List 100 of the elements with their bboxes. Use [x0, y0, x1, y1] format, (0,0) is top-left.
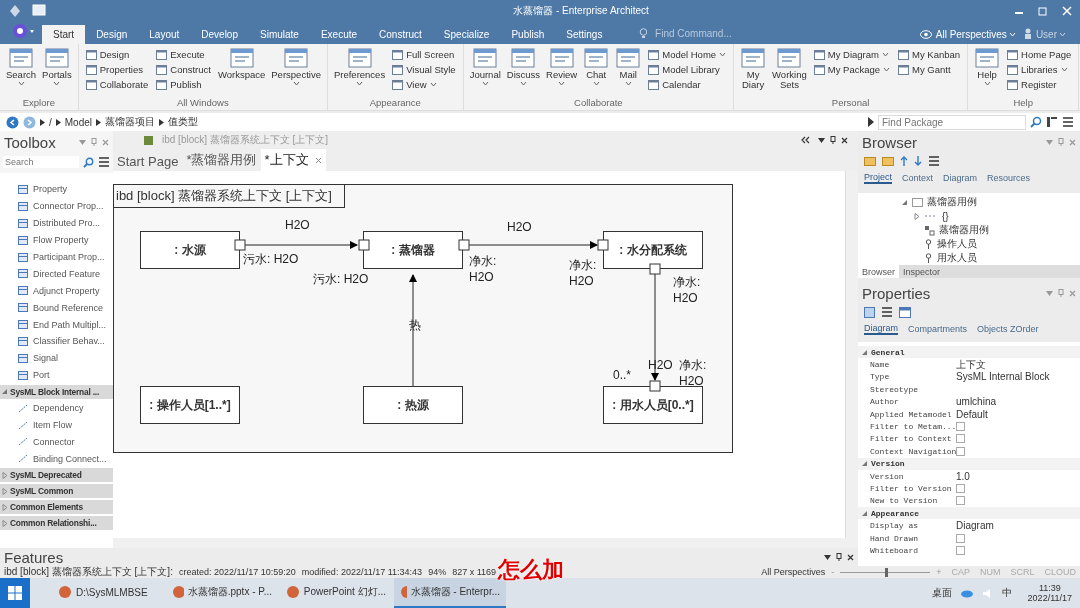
ribbon-tab[interactable]: Specialize	[432, 25, 501, 44]
folder-icon[interactable]	[864, 156, 876, 166]
connector-arrow[interactable]	[468, 241, 598, 249]
ribbon-button[interactable]: Working Sets	[770, 46, 809, 90]
port[interactable]	[597, 239, 609, 251]
panel-tab[interactable]: Context	[902, 173, 934, 183]
ribbon-button[interactable]: Perspective	[269, 46, 323, 80]
down-arrow-icon[interactable]	[914, 156, 922, 166]
panel-tab[interactable]: Diagram	[943, 173, 978, 183]
pin-icon[interactable]	[830, 136, 836, 144]
pin-icon[interactable]	[836, 553, 842, 561]
ribbon-tab[interactable]: Develop	[190, 25, 249, 44]
search-icon[interactable]	[1030, 116, 1042, 128]
property-section[interactable]: Version	[871, 459, 905, 469]
expand-icon[interactable]	[2, 519, 8, 527]
expand-icon[interactable]	[2, 503, 8, 511]
panel-tab[interactable]: Objects ZOrder	[977, 324, 1039, 334]
dropdown-icon[interactable]	[818, 137, 825, 143]
property-section[interactable]: General	[871, 347, 905, 357]
toolbox-item[interactable]: Directed Feature	[0, 265, 113, 283]
ribbon-button[interactable]: Calendar	[648, 78, 727, 91]
toolbox-item[interactable]: Flow Property	[0, 231, 113, 249]
input-method-indicator[interactable]: 中	[1001, 586, 1012, 600]
ribbon-button[interactable]: Model Library	[648, 63, 727, 76]
toolbox-item[interactable]: Classifier Behav...	[0, 333, 113, 350]
menu-icon[interactable]	[98, 157, 110, 167]
collapse-icon[interactable]	[862, 348, 868, 356]
perspective-menu[interactable]: All Perspectives	[935, 29, 1016, 40]
up-arrow-icon[interactable]	[900, 156, 908, 166]
ribbon-button[interactable]: Construct	[156, 63, 211, 76]
property-value[interactable]: umlchina	[956, 396, 997, 408]
collapse-icon[interactable]	[902, 198, 908, 206]
document-tab[interactable]: *上下文	[260, 149, 326, 171]
menu-icon[interactable]	[928, 156, 940, 166]
windows-start-icon[interactable]	[0, 578, 30, 608]
folder-icon[interactable]	[882, 156, 894, 166]
property-value[interactable]: 上下文	[956, 357, 986, 372]
toolbox-item[interactable]: Port	[0, 366, 113, 384]
port[interactable]	[649, 263, 661, 275]
taskbar-button[interactable]: PowerPoint 幻灯...	[280, 578, 392, 608]
clock[interactable]: 11:39 2022/11/17	[1019, 583, 1080, 603]
ribbon-button[interactable]: Register	[1007, 78, 1072, 91]
panel-tab[interactable]: Resources	[987, 173, 1031, 183]
toolbox-item[interactable]: Binding Connect...	[0, 450, 113, 468]
tree-item[interactable]: 蒸馏器用例	[939, 223, 989, 237]
close-icon[interactable]	[841, 136, 848, 144]
ribbon-button[interactable]: Portals	[40, 46, 74, 80]
ribbon-button[interactable]: View	[392, 78, 456, 91]
restore-icon[interactable]	[1038, 6, 1048, 16]
search-icon[interactable]	[83, 156, 94, 168]
property-value[interactable]: 1.0	[956, 470, 970, 482]
ribbon-button[interactable]: My Kanban	[898, 48, 961, 61]
toolbox-item[interactable]: Bound Reference	[0, 299, 113, 317]
ribbon-tab[interactable]: Design	[85, 25, 139, 44]
checkbox[interactable]	[956, 434, 965, 444]
property-value[interactable]: Diagram	[956, 520, 994, 532]
expand-icon[interactable]	[2, 487, 8, 495]
double-chevron-left-icon[interactable]	[801, 136, 810, 144]
ribbon-tab[interactable]: Settings	[555, 25, 614, 44]
ribbon-button[interactable]: Search	[4, 46, 39, 80]
ribbon-tab[interactable]: Construct	[368, 25, 433, 44]
breadcrumb-item[interactable]: 值类型	[168, 115, 199, 129]
property-value[interactable]: Default	[956, 408, 988, 420]
checkbox[interactable]	[956, 545, 965, 555]
search-field[interactable]: Search	[3, 156, 79, 168]
ribbon-tab[interactable]: Layout	[138, 25, 191, 44]
expand-icon[interactable]	[914, 212, 920, 220]
ribbon-button[interactable]: Libraries	[1007, 63, 1072, 76]
ribbon-button[interactable]: Publish	[156, 78, 211, 91]
toolbox-item[interactable]: Connector Prop...	[0, 197, 113, 215]
taskbar-button[interactable]: 水蒸馏器.pptx - P...	[166, 578, 278, 608]
part-block[interactable]: : 水分配系统	[603, 231, 703, 269]
part-block[interactable]: : 蒸馏器	[363, 231, 463, 269]
dropdown-icon[interactable]	[824, 554, 831, 560]
breadcrumb-item[interactable]: 蒸馏器项目	[105, 115, 156, 129]
connector-arrow[interactable]	[244, 241, 358, 249]
port[interactable]	[358, 239, 370, 251]
tree-item[interactable]: {}	[942, 210, 949, 222]
cloud-icon[interactable]	[959, 588, 974, 598]
back-icon[interactable]	[6, 115, 19, 129]
ribbon-button[interactable]: My Package	[813, 63, 891, 76]
port[interactable]	[649, 380, 661, 392]
save-icon[interactable]	[864, 306, 875, 318]
ribbon-button[interactable]: Review	[544, 46, 580, 80]
toolbox-item[interactable]: Participant Prop...	[0, 248, 113, 266]
menu-icon[interactable]	[881, 307, 893, 317]
document-tab[interactable]: Start Page	[113, 152, 183, 171]
toolbox-item[interactable]: Distributed Pro...	[0, 214, 113, 232]
grid-icon[interactable]	[1046, 116, 1058, 128]
checkbox[interactable]	[956, 533, 965, 543]
property-section[interactable]: Appearance	[871, 508, 919, 518]
ribbon-button[interactable]: My Diary	[738, 46, 769, 90]
toolbox-item[interactable]: Dependency	[0, 399, 113, 417]
ribbon-button[interactable]: Workspace	[215, 46, 268, 80]
breadcrumb-item[interactable]: /	[49, 116, 52, 128]
toolbox-item[interactable]: End Path Multipl...	[0, 316, 113, 333]
part-block[interactable]: : 用水人员[0..*]	[603, 386, 703, 424]
toolbox-item[interactable]: Adjunct Property	[0, 282, 113, 300]
port[interactable]	[458, 239, 470, 251]
checkbox[interactable]	[956, 446, 965, 456]
